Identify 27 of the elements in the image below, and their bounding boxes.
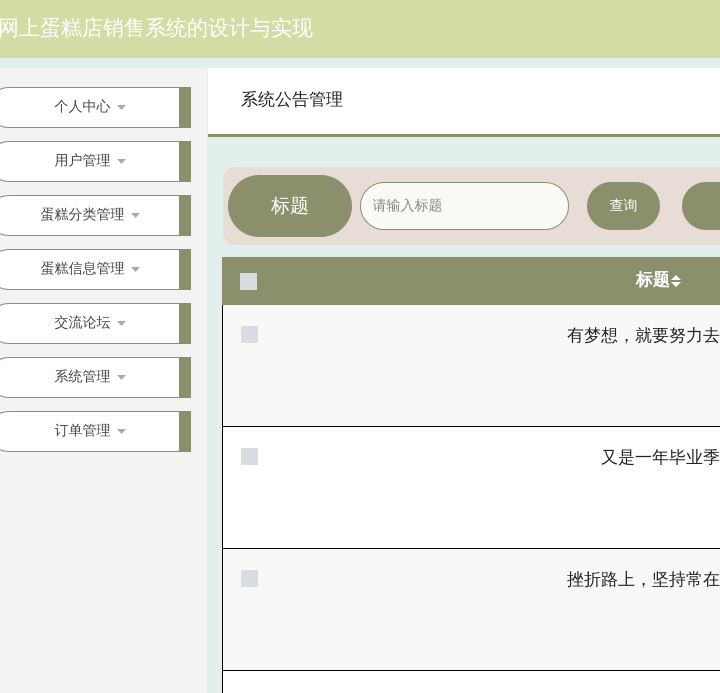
app-title: 网上蛋糕店销售系统的设计与实现 xyxy=(0,15,313,42)
caret-icon xyxy=(116,375,126,380)
sort-icon[interactable] xyxy=(671,274,681,288)
caret-icon xyxy=(130,267,140,272)
checkbox[interactable] xyxy=(241,326,258,343)
sidebar-item[interactable]: 系统管理 xyxy=(0,357,191,398)
caret-icon xyxy=(116,105,126,110)
page-title: 系统公告管理 xyxy=(241,89,343,112)
table-cell-text: 有梦想，就要努力去 xyxy=(567,325,720,348)
sidebar-item[interactable]: 用户管理 xyxy=(0,141,191,182)
checkbox[interactable] xyxy=(241,448,258,465)
sidebar-item[interactable]: 蛋糕分类管理 xyxy=(0,195,191,236)
caret-icon xyxy=(116,429,126,434)
sidebar-item[interactable]: 蛋糕信息管理 xyxy=(0,249,191,290)
caret-icon xyxy=(130,213,140,218)
sidebar-item[interactable]: 订单管理 xyxy=(0,411,191,452)
search-label: 标题 xyxy=(228,175,352,237)
caret-icon xyxy=(116,321,126,326)
search-field[interactable]: 请输入标题 xyxy=(360,182,569,230)
checkbox[interactable] xyxy=(240,272,257,290)
table-cell-text: 又是一年毕业季 xyxy=(601,447,720,470)
checkbox[interactable] xyxy=(241,570,258,587)
table-cell-text: 挫折路上，坚持常在 xyxy=(567,569,720,592)
caret-icon xyxy=(116,159,126,164)
action-button[interactable] xyxy=(682,182,720,230)
sidebar-item[interactable]: 个人中心 xyxy=(0,87,191,128)
sidebar-item[interactable]: 交流论坛 xyxy=(0,303,191,344)
